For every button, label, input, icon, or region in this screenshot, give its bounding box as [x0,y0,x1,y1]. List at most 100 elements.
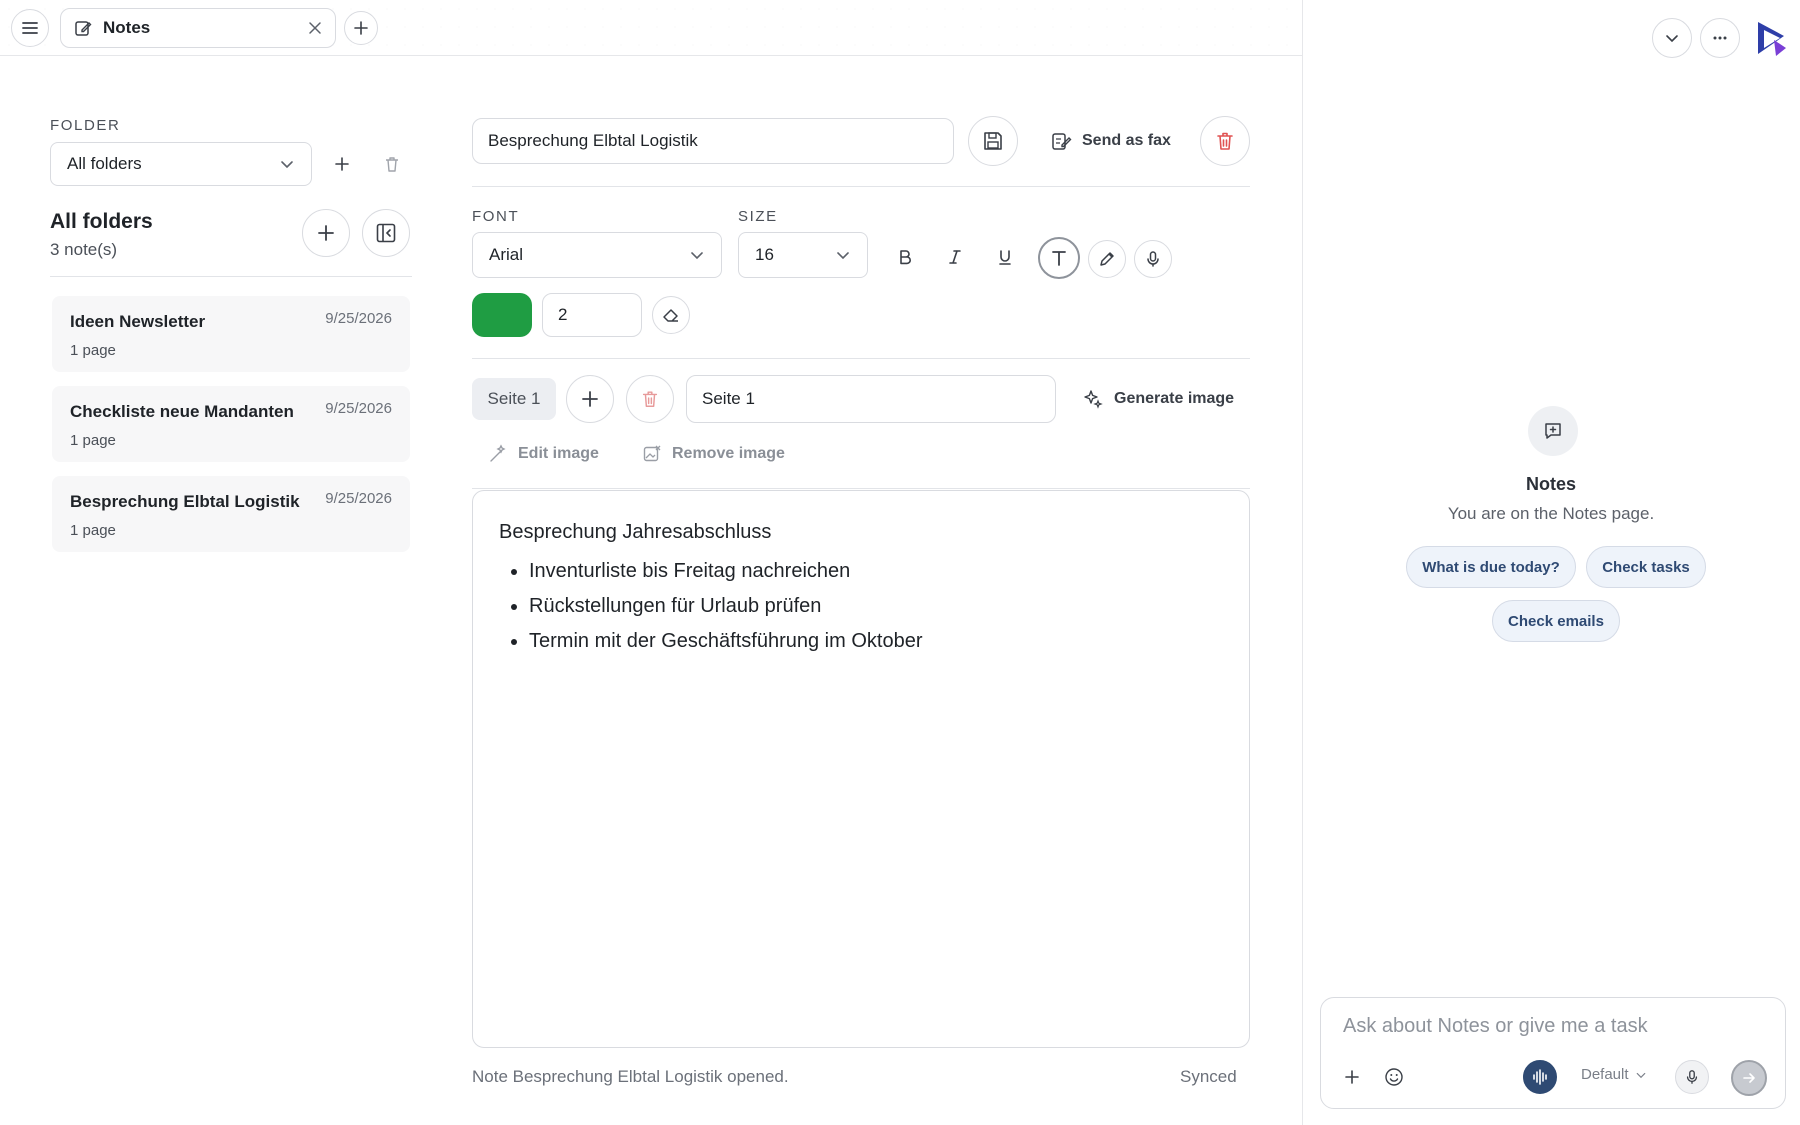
folder-heading: All folders [50,210,153,233]
more-options-button[interactable] [1700,18,1740,58]
chevron-down-icon [1666,35,1678,43]
add-page-button[interactable] [566,375,614,423]
text-mode-button[interactable] [1038,237,1080,279]
emoji-icon [1385,1068,1403,1086]
trash-icon [642,391,658,407]
note-title-input[interactable]: Besprechung Elbtal Logistik [472,118,954,164]
suggestion-check-tasks[interactable]: Check tasks [1586,546,1706,588]
underline-button[interactable] [988,240,1022,274]
add-folder-button[interactable] [330,152,354,176]
note-count: 3 note(s) [50,240,118,259]
folder-select[interactable]: All folders [50,142,312,186]
more-horizontal-icon [1713,36,1727,40]
send-fax-button[interactable]: Send as fax [1050,128,1171,154]
note-title: Besprechung Elbtal Logistik [70,492,300,511]
suggestion-due-today[interactable]: What is due today? [1406,546,1576,588]
bullet-item: Rückstellungen für Urlaub prüfen [529,589,1223,624]
delete-page-button[interactable] [626,375,674,423]
logo-icon [1758,22,1786,56]
suggestion-check-emails[interactable]: Check emails [1492,600,1620,642]
sync-status: Synced [1180,1067,1237,1086]
save-button[interactable] [968,116,1018,166]
folder-select-value: All folders [67,154,142,173]
remove-image-label: Remove image [672,445,785,462]
menu-button[interactable] [11,9,49,47]
delete-note-button[interactable] [1200,116,1250,166]
chevron-down-icon [281,161,293,169]
magic-wand-icon [490,444,506,462]
microphone-icon [1686,1070,1698,1084]
note-pages: 1 page [70,522,116,539]
size-select[interactable]: 16 [738,232,868,278]
plus-icon [354,21,368,35]
image-remove-icon [643,445,661,462]
note-date: 9/25/2026 [325,310,392,327]
eraser-button[interactable] [652,296,690,334]
note-date: 9/25/2026 [325,490,392,507]
send-button[interactable] [1731,1060,1767,1096]
bold-button[interactable] [888,240,922,274]
note-list-item[interactable]: Besprechung Elbtal Logistik 9/25/2026 1 … [52,476,410,552]
plus-icon [318,225,334,241]
bullet-list: Inventurliste bis Freitag nachreichen Rü… [529,554,1223,659]
pen-width-input[interactable]: 2 [542,293,642,337]
note-editor[interactable]: Besprechung Jahresabschluss Inventurlist… [472,490,1250,1048]
model-mode-select[interactable]: Default [1581,1066,1647,1083]
note-title-value: Besprechung Elbtal Logistik [488,131,698,150]
attach-button[interactable] [1339,1064,1365,1090]
bold-icon [900,250,911,265]
bullet-item: Termin mit der Geschäftsführung im Oktob… [529,624,1223,659]
page-chip[interactable]: Seite 1 [472,378,556,420]
chevron-down-icon [1636,1072,1645,1078]
plus-icon [582,391,598,407]
pen-width-value: 2 [558,305,568,324]
page-name-value: Seite 1 [702,389,755,408]
hamburger-icon [22,22,38,34]
message-plus-icon [1545,423,1561,439]
new-tab-button[interactable] [344,11,378,45]
editor-heading: Besprechung Jahresabschluss [499,521,772,543]
italic-button[interactable] [938,240,972,274]
sidebar-collapse-icon [376,223,396,243]
tab-notes[interactable]: Notes [60,8,336,48]
font-select[interactable]: Arial [472,232,722,278]
top-bar: Notes [0,0,1302,56]
collapse-panel-button[interactable] [1652,18,1692,58]
note-pages: 1 page [70,342,116,359]
pen-color-swatch[interactable] [472,293,532,337]
new-note-button[interactable] [302,209,350,257]
edit-image-button[interactable]: Edit image [488,442,599,466]
dictation-button[interactable] [1134,240,1172,278]
remove-image-button[interactable]: Remove image [642,442,785,466]
fax-edit-icon [1052,133,1072,150]
chat-composer[interactable]: Ask about Notes or give me a task Defaul… [1320,997,1786,1109]
eraser-icon [663,309,678,322]
chat-mic-button[interactable] [1675,1060,1709,1094]
note-edit-icon [75,21,92,36]
app-logo [1750,18,1790,58]
status-message: Note Besprechung Elbtal Logistik opened. [472,1067,789,1086]
voice-mode-button[interactable] [1523,1060,1557,1094]
assistant-title: Notes [1525,474,1576,494]
size-select-value: 16 [755,245,774,264]
save-icon [984,132,1002,150]
chat-input[interactable]: Ask about Notes or give me a task [1343,1015,1648,1038]
folder-label: FOLDER [50,117,121,134]
font-label: FONT [472,208,520,225]
plus-icon [1345,1070,1359,1084]
collapse-sidebar-button[interactable] [362,209,410,257]
page-name-input[interactable]: Seite 1 [686,375,1056,423]
assistant-notes-icon [1528,406,1578,456]
generate-image-button[interactable]: Generate image [1082,387,1234,411]
note-list-item[interactable]: Checkliste neue Mandanten 9/25/2026 1 pa… [52,386,410,462]
assistant-subtitle: You are on the Notes page. [1447,504,1655,523]
delete-folder-button[interactable] [380,152,404,176]
close-icon[interactable] [307,20,323,36]
sidebar-divider [50,276,412,277]
emoji-button[interactable] [1381,1064,1407,1090]
generate-image-label: Generate image [1114,390,1235,407]
size-label: SIZE [738,208,778,225]
trash-icon [1217,132,1233,150]
pen-button[interactable] [1088,240,1126,278]
note-list-item[interactable]: Ideen Newsletter 9/25/2026 1 page [52,296,410,372]
